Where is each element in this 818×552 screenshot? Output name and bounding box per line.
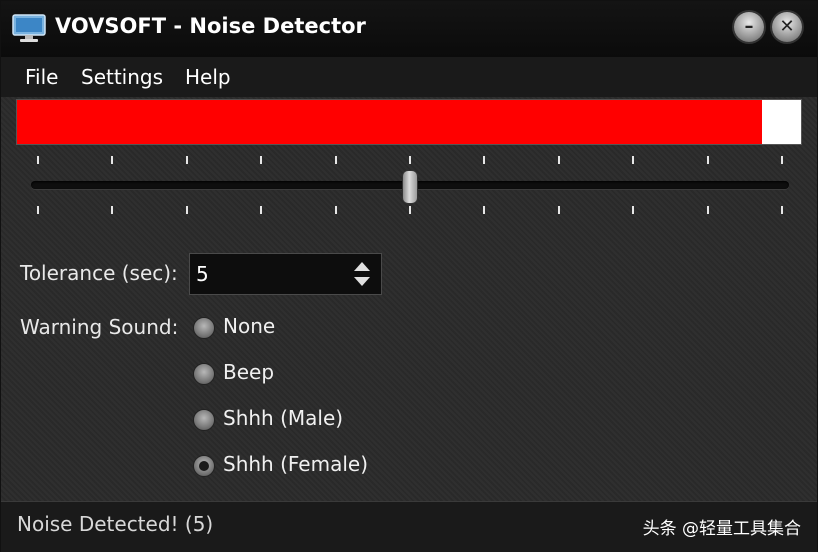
slider-tick — [632, 156, 635, 164]
slider-ticks-top — [37, 156, 783, 164]
close-icon: ✕ — [779, 16, 795, 37]
minimize-button[interactable]: – — [734, 12, 764, 42]
slider-tick — [260, 206, 263, 214]
slider-tick — [334, 156, 337, 164]
status-text: Noise Detected! (5) — [17, 512, 214, 536]
slider-tick — [706, 206, 709, 214]
menu-help[interactable]: Help — [185, 65, 231, 89]
warning-sound-label: Warning Sound: — [20, 315, 179, 339]
menu-file[interactable]: File — [25, 65, 58, 89]
menu-bar: File Settings Help — [1, 57, 817, 97]
title-bar: VOVSOFT - Noise Detector – ✕ — [1, 1, 817, 57]
slider-tick — [483, 156, 486, 164]
tolerance-spinbox[interactable]: 5 — [189, 253, 382, 295]
slider-tick — [781, 206, 783, 214]
slider-tick — [185, 206, 188, 214]
slider-ticks-bottom — [37, 206, 783, 214]
slider-tick — [111, 206, 114, 214]
window-title: VOVSOFT - Noise Detector — [55, 14, 366, 38]
radio-label[interactable]: Shhh (Female) — [223, 452, 368, 476]
monitor-icon — [12, 14, 46, 42]
slider-tick — [409, 156, 411, 164]
noise-level-fill — [17, 100, 762, 144]
app-window: VOVSOFT - Noise Detector – ✕ File Settin… — [0, 0, 818, 552]
spin-arrows-icon[interactable] — [351, 259, 373, 289]
radio-label[interactable]: Shhh (Male) — [223, 406, 343, 430]
slider-tick — [37, 206, 39, 214]
radio-label[interactable]: Beep — [223, 360, 274, 384]
slider-tick — [557, 206, 560, 214]
radio-button[interactable] — [193, 455, 215, 477]
tolerance-label: Tolerance (sec): — [20, 261, 178, 285]
radio-label[interactable]: None — [223, 314, 275, 338]
menu-settings[interactable]: Settings — [81, 65, 163, 89]
radio-button[interactable] — [193, 363, 215, 385]
threshold-slider-thumb[interactable] — [402, 170, 418, 204]
slider-tick — [557, 156, 560, 164]
watermark-text: 头条 @轻量工具集合 — [642, 519, 801, 539]
slider-tick — [781, 156, 783, 164]
slider-tick — [706, 156, 709, 164]
minimize-icon: – — [744, 16, 754, 37]
radio-selected-dot — [199, 461, 209, 471]
slider-tick — [483, 206, 486, 214]
radio-button[interactable] — [193, 409, 215, 431]
status-bar: Noise Detected! (5) 头条 @轻量工具集合 — [1, 501, 817, 552]
slider-tick — [185, 156, 188, 164]
slider-tick — [334, 206, 337, 214]
slider-tick — [409, 206, 411, 214]
tolerance-value[interactable]: 5 — [196, 262, 209, 286]
slider-tick — [111, 156, 114, 164]
slider-tick — [260, 156, 263, 164]
slider-tick — [37, 156, 39, 164]
noise-level-meter — [16, 99, 802, 145]
slider-tick — [632, 206, 635, 214]
close-button[interactable]: ✕ — [772, 12, 802, 42]
radio-button[interactable] — [193, 317, 215, 339]
